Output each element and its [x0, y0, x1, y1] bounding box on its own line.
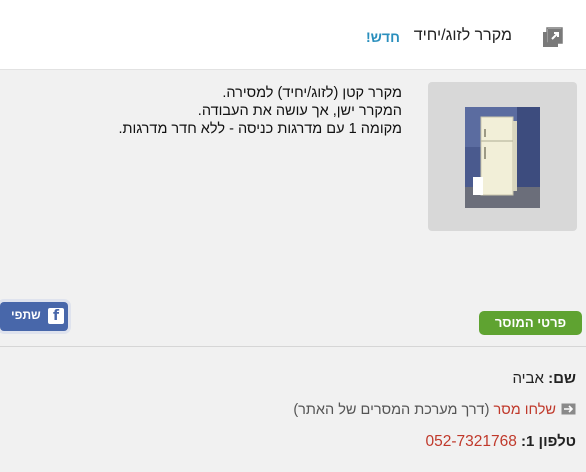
phone-row: טלפון 1: 052-7321768: [426, 433, 577, 451]
listing-title[interactable]: מקרר לזוג/יחיד: [414, 27, 512, 45]
fridge-photo[interactable]: [465, 107, 540, 208]
new-badge: חדש!: [366, 29, 400, 45]
description-line: המקרר ישן, אך עושה את העבודה.: [197, 103, 402, 119]
envelope-arrow-icon: [561, 403, 576, 415]
external-link-icon[interactable]: [541, 27, 563, 49]
description-line: מקרר קטן (לזוג/יחיד) למסירה.: [222, 85, 402, 101]
phone-label: טלפון 1:: [521, 433, 576, 450]
description-line: מקומה 1 עם מדרגות כניסה - ללא חדר מדרגות…: [118, 121, 402, 137]
listing-content: מקרר קטן (לזוג/יחיד) למסירה. המקרר ישן, …: [0, 70, 586, 346]
facebook-icon: f: [48, 308, 64, 324]
seller-name-label: שם:: [548, 370, 576, 387]
send-message-link[interactable]: שלחו מסר: [493, 402, 556, 418]
facebook-share-button[interactable]: f שתפי: [0, 302, 68, 331]
phone-number-link[interactable]: 052-7321768: [426, 433, 517, 450]
divider: [0, 346, 586, 347]
listing-header: מקרר לזוג/יחיד חדש!: [0, 0, 586, 70]
share-label: שתפי: [11, 308, 41, 322]
seller-name-value: אביה: [512, 370, 544, 387]
seller-name-row: שם: אביה: [512, 370, 576, 387]
listing-description: מקרר קטן (לזוג/יחיד) למסירה. המקרר ישן, …: [42, 84, 402, 138]
seller-details-button[interactable]: פרטי המוסר: [479, 311, 582, 335]
send-message-row: שלחו מסר (דרך מערכת המסרים של האתר): [293, 402, 576, 418]
send-message-note: (דרך מערכת המסרים של האתר): [293, 402, 490, 418]
